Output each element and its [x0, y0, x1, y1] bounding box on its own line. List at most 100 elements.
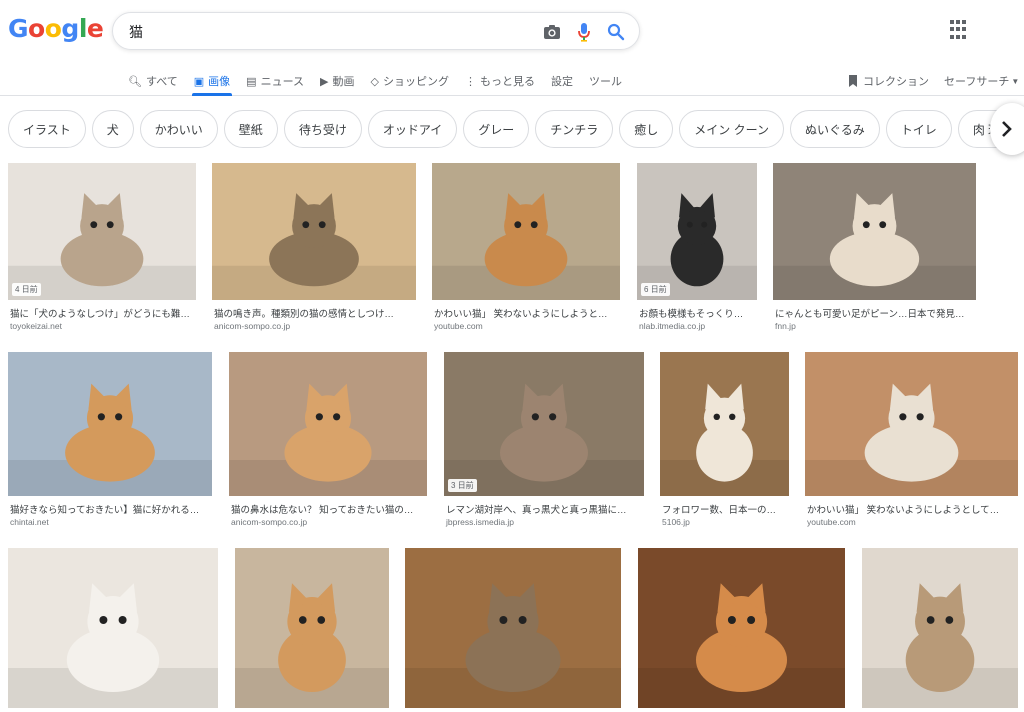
age-badge: 3 日前 — [448, 479, 477, 492]
chip[interactable]: メイン クーン — [679, 110, 785, 148]
tab-label: ニュース — [260, 76, 305, 88]
image-icon: ▣ — [193, 75, 205, 88]
result-thumbnail[interactable] — [229, 352, 427, 496]
result-thumbnail[interactable] — [405, 548, 621, 708]
search-box[interactable] — [112, 12, 640, 50]
result-thumbnail[interactable] — [660, 352, 789, 496]
result-thumbnail[interactable]: 6 日前 — [637, 163, 757, 300]
cat-photo — [637, 193, 757, 300]
image-result[interactable]: 4 日前猫に「犬のようなしつけ」がどうにも難… toyokeizai.net — [8, 163, 196, 334]
news-icon: ▤ — [246, 75, 257, 88]
tab-5[interactable]: ⋮ もっと見る — [465, 66, 535, 96]
search-icon[interactable] — [605, 21, 627, 43]
cat-photo — [212, 193, 416, 300]
google-logo[interactable]: Google — [8, 14, 104, 43]
cat-photo — [862, 583, 1018, 708]
result-thumbnail[interactable] — [638, 548, 845, 708]
chip[interactable]: 犬 — [91, 110, 134, 148]
result-thumbnail[interactable] — [805, 352, 1018, 496]
chip[interactable]: ぬいぐるみ — [790, 110, 880, 148]
tab-label: もっと見る — [479, 76, 535, 88]
chevron-right-icon — [1002, 121, 1012, 137]
collection-link[interactable]: コレクション — [848, 66, 929, 96]
chip[interactable]: オッドアイ — [367, 110, 458, 148]
result-title[interactable]: 猫に「犬のようなしつけ」がどうにも難… — [10, 306, 194, 320]
age-badge: 6 日前 — [641, 283, 670, 296]
image-result[interactable] — [8, 548, 218, 712]
result-thumbnail[interactable] — [773, 163, 976, 300]
safesearch-menu[interactable]: セーフサーチ ▼ — [944, 66, 1019, 96]
result-thumbnail[interactable] — [212, 163, 416, 300]
chip[interactable]: かわいい — [139, 110, 218, 148]
tab-2[interactable]: ▤ ニュース — [246, 66, 304, 96]
chip[interactable]: 待ち受け — [283, 110, 362, 148]
logo-letter: g — [61, 14, 79, 43]
image-result[interactable] — [638, 548, 845, 712]
result-thumbnail[interactable]: 3 日前 — [444, 352, 644, 496]
result-source: jbpress.ismedia.jp — [446, 517, 515, 527]
image-result[interactable]: 猫の鼻水は危ない？ 知っておきたい猫の… anicom-sompo.co.jp — [229, 352, 427, 530]
tab-4[interactable]: ◇ ショッピング — [371, 66, 449, 96]
tag-icon: ◇ — [370, 75, 379, 88]
result-title[interactable]: 猫好きなら知っておきたい】猫に好かれる… — [10, 502, 210, 516]
result-thumbnail[interactable] — [862, 548, 1018, 708]
safesearch-label: セーフサーチ — [944, 76, 1010, 88]
image-result[interactable]: かわいい猫」 笑わないようにしようとして… youtube.com — [805, 352, 1018, 530]
result-thumbnail[interactable]: 4 日前 — [8, 163, 196, 300]
tab-7[interactable]: ツール — [589, 66, 622, 96]
logo-letter: l — [78, 14, 88, 43]
result-source: nlab.itmedia.co.jp — [639, 321, 706, 331]
result-title[interactable]: かわいい猫」 笑わないようにしようと… — [434, 306, 618, 320]
chip[interactable]: トイレ — [885, 110, 952, 148]
tab-label: 動画 — [332, 76, 355, 88]
result-title[interactable]: レマン湖対岸へ、真っ黒犬と真っ黒猫に… — [446, 502, 642, 516]
image-result[interactable]: 3 日前レマン湖対岸へ、真っ黒犬と真っ黒猫に… jbpress.ismedia.j… — [444, 352, 644, 530]
result-thumbnail[interactable] — [235, 548, 389, 708]
result-title[interactable]: 猫の鼻水は危ない？ 知っておきたい猫の… — [231, 502, 425, 516]
tab-label: 設定 — [550, 76, 573, 88]
chip[interactable]: 癒し — [619, 110, 674, 148]
result-source: chintai.net — [10, 517, 49, 527]
cat-photo — [405, 583, 621, 708]
result-source: youtube.com — [807, 517, 856, 527]
image-result[interactable]: フォロワー数、日本一の… 5106.jp — [660, 352, 789, 530]
logo-letter: o — [44, 14, 62, 43]
tab-1[interactable]: ▣ 画像 — [191, 66, 233, 96]
image-result[interactable]: かわいい猫」 笑わないようにしようと… youtube.com — [432, 163, 620, 334]
cat-photo — [444, 383, 644, 496]
result-title[interactable]: かわいい猫」 笑わないようにしようとして… — [807, 502, 1016, 516]
caret-down-icon: ▼ — [1011, 76, 1020, 86]
microphone-icon[interactable] — [573, 21, 595, 43]
cat-photo — [638, 583, 845, 708]
result-title[interactable]: にゃんとも可愛い足がピーン…日本で発見「あお向… — [775, 306, 974, 320]
chip[interactable]: 壁紙 — [223, 110, 278, 148]
cat-photo — [805, 383, 1018, 496]
result-source: toyokeizai.net — [10, 321, 62, 331]
image-result[interactable]: 猫好きなら知っておきたい】猫に好かれる… chintai.net — [8, 352, 212, 530]
image-result[interactable] — [405, 548, 621, 712]
chip[interactable]: イラスト — [8, 110, 86, 148]
image-result[interactable] — [862, 548, 1018, 712]
apps-grid-icon[interactable] — [950, 20, 970, 40]
image-result[interactable]: 猫の鳴き声。種類別の猫の感情としつけ… anicom-sompo.co.jp — [212, 163, 416, 334]
cat-photo — [8, 193, 196, 300]
result-thumbnail[interactable] — [8, 548, 218, 708]
result-title[interactable]: 猫の鳴き声。種類別の猫の感情としつけ… — [214, 306, 414, 320]
image-result[interactable]: 6 日前お顔も模様もそっくり… nlab.itmedia.co.jp — [637, 163, 757, 334]
chip[interactable]: グレー — [463, 110, 530, 148]
tab-6[interactable]: 設定 — [551, 66, 573, 96]
age-badge: 4 日前 — [12, 283, 41, 296]
image-result[interactable] — [235, 548, 389, 712]
result-title[interactable]: お顔も模様もそっくり… — [639, 306, 755, 320]
tab-3[interactable]: ▶ 動画 — [320, 66, 354, 96]
search-input[interactable] — [129, 21, 509, 43]
tab-0[interactable]: 🔍︎ すべて — [128, 66, 178, 96]
result-source: youtube.com — [434, 321, 483, 331]
logo-letter: e — [86, 14, 104, 43]
camera-icon[interactable] — [541, 21, 563, 43]
image-result[interactable]: にゃんとも可愛い足がピーン…日本で発見「あお向…fnn.jp — [773, 163, 976, 334]
result-thumbnail[interactable] — [432, 163, 620, 300]
result-thumbnail[interactable] — [8, 352, 212, 496]
result-title[interactable]: フォロワー数、日本一の… — [662, 502, 787, 516]
chip[interactable]: チンチラ — [535, 110, 614, 148]
